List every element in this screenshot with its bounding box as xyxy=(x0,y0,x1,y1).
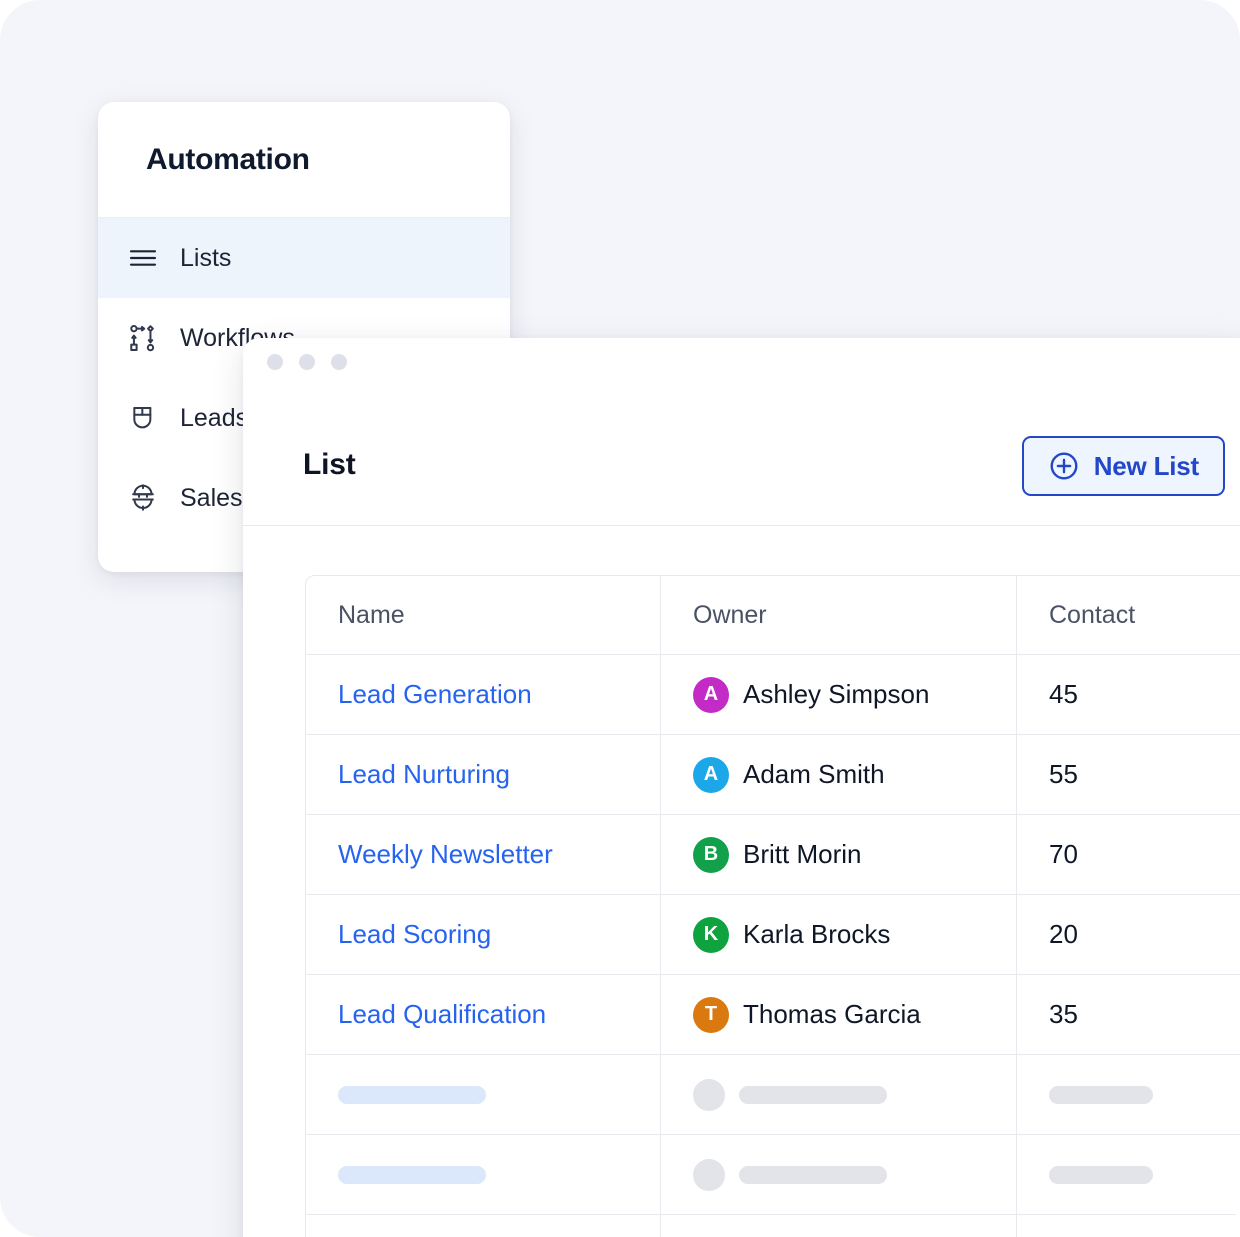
cell-owner: A Ashley Simpson xyxy=(661,655,1017,735)
cell-owner: K Karla Brocks xyxy=(661,895,1017,975)
window-dot-1[interactable] xyxy=(267,354,283,370)
cell-name-placeholder xyxy=(305,1135,661,1215)
table-header: Name Owner Contact xyxy=(305,575,1240,655)
cell-owner-placeholder xyxy=(661,1135,1017,1215)
table-row: Lead Generation A Ashley Simpson 45 xyxy=(305,655,1240,735)
cell-contact: 20 xyxy=(1017,895,1240,975)
sidebar-item-lists[interactable]: Lists xyxy=(98,218,510,298)
new-list-button-label: New List xyxy=(1093,450,1200,481)
owner-name: Britt Morin xyxy=(743,839,862,869)
skeleton-avatar xyxy=(693,1158,725,1191)
cell-contact: 70 xyxy=(1017,815,1240,895)
contact-value: 70 xyxy=(1049,839,1078,869)
column-header-owner[interactable]: Owner xyxy=(661,575,1017,655)
new-list-button[interactable]: New List xyxy=(1021,436,1225,496)
owner-cell: T Thomas Garcia xyxy=(693,996,984,1033)
list-name-link[interactable]: Lead Nurturing xyxy=(338,759,510,789)
contact-value: 55 xyxy=(1049,759,1078,789)
cell-contact: 55 xyxy=(1017,735,1240,815)
plus-circle-icon xyxy=(1048,450,1080,482)
table-row: Lead Qualification T Thomas Garcia 35 xyxy=(305,975,1240,1055)
owner-name: Thomas Garcia xyxy=(743,999,921,1029)
contact-value: 35 xyxy=(1049,999,1078,1029)
list-table: Name Owner Contact Lead Generation A Ashle… xyxy=(305,575,1240,1237)
skeleton-avatar xyxy=(693,1078,725,1111)
panel-header: List New List xyxy=(243,338,1240,526)
list-lines-icon xyxy=(126,241,160,275)
list-name-link[interactable]: Lead Scoring xyxy=(338,919,491,949)
cell-owner: T Thomas Garcia xyxy=(661,975,1017,1055)
owner-cell: A Ashley Simpson xyxy=(693,676,984,713)
list-name-link[interactable]: Weekly Newsletter xyxy=(338,839,553,869)
sidebar-item-label: Leads xyxy=(180,403,249,432)
cell-name-placeholder xyxy=(305,1055,661,1135)
cell-name: Lead Nurturing xyxy=(305,735,661,815)
contact-value: 20 xyxy=(1049,919,1078,949)
app-canvas: Automation Lists Workflows Leads Sales L… xyxy=(0,0,1240,1237)
avatar: K xyxy=(693,916,729,953)
list-table-container: Name Owner Contact Lead Generation A Ashle… xyxy=(305,575,1240,1237)
page-title: List xyxy=(303,448,356,481)
table-row-placeholder xyxy=(305,1135,1240,1215)
skeleton-bar xyxy=(739,1165,887,1184)
cell-name: Lead Generation xyxy=(305,655,661,735)
avatar: A xyxy=(693,756,729,793)
sidebar-item-label: Lists xyxy=(180,243,232,272)
contact-value: 45 xyxy=(1049,679,1078,709)
cell-owner-placeholder xyxy=(661,1055,1017,1135)
cell-contact-placeholder xyxy=(1017,1215,1240,1237)
list-name-link[interactable]: Lead Generation xyxy=(338,679,532,709)
skeleton-owner-group xyxy=(693,1158,984,1191)
sales-funnel-icon xyxy=(126,481,160,515)
cell-contact: 45 xyxy=(1017,655,1240,735)
cell-owner: A Adam Smith xyxy=(661,735,1017,815)
table-row-placeholder xyxy=(305,1215,1240,1237)
window-dot-3[interactable] xyxy=(331,354,347,370)
column-header-contact[interactable]: Contact xyxy=(1017,575,1240,655)
cell-contact: 35 xyxy=(1017,975,1240,1055)
avatar: A xyxy=(693,676,729,713)
owner-name: Karla Brocks xyxy=(743,919,891,949)
table-row: Weekly Newsletter B Britt Morin 70 xyxy=(305,815,1240,895)
cell-name-placeholder xyxy=(305,1215,661,1237)
owner-cell: K Karla Brocks xyxy=(693,916,984,953)
cell-name: Lead Scoring xyxy=(305,895,661,975)
skeleton-bar xyxy=(338,1165,486,1184)
window-dot-2[interactable] xyxy=(299,354,315,370)
skeleton-bar xyxy=(1049,1165,1153,1184)
owner-name: Ashley Simpson xyxy=(743,679,930,709)
skeleton-owner-group xyxy=(693,1078,984,1111)
avatar: B xyxy=(693,836,729,873)
table-row-placeholder xyxy=(305,1055,1240,1135)
skeleton-bar xyxy=(739,1085,887,1104)
cell-owner-placeholder xyxy=(661,1215,1017,1237)
table-row: Lead Scoring K Karla Brocks 20 xyxy=(305,895,1240,975)
cell-contact-placeholder xyxy=(1017,1135,1240,1215)
owner-cell: B Britt Morin xyxy=(693,836,984,873)
cell-owner: B Britt Morin xyxy=(661,815,1017,895)
avatar: T xyxy=(693,996,729,1033)
magnet-icon xyxy=(126,401,160,435)
sidebar-header: Automation xyxy=(98,102,510,218)
owner-cell: A Adam Smith xyxy=(693,756,984,793)
sidebar-title: Automation xyxy=(146,142,310,176)
table-body: Lead Generation A Ashley Simpson 45 Lead Nur… xyxy=(305,655,1240,1237)
skeleton-bar xyxy=(1049,1085,1153,1104)
workflow-icon xyxy=(126,321,160,355)
sidebar-item-label: Sales xyxy=(180,483,243,512)
table-header-row: Name Owner Contact xyxy=(305,575,1240,655)
table-row: Lead Nurturing A Adam Smith 55 xyxy=(305,735,1240,815)
list-window-panel: List New List Name Owner Contact Lead Ge… xyxy=(243,338,1240,1237)
skeleton-bar xyxy=(338,1085,486,1104)
cell-contact-placeholder xyxy=(1017,1055,1240,1135)
cell-name: Weekly Newsletter xyxy=(305,815,661,895)
window-controls[interactable] xyxy=(267,354,347,370)
column-header-name[interactable]: Name xyxy=(305,575,661,655)
list-name-link[interactable]: Lead Qualification xyxy=(338,999,546,1029)
owner-name: Adam Smith xyxy=(743,759,885,789)
cell-name: Lead Qualification xyxy=(305,975,661,1055)
